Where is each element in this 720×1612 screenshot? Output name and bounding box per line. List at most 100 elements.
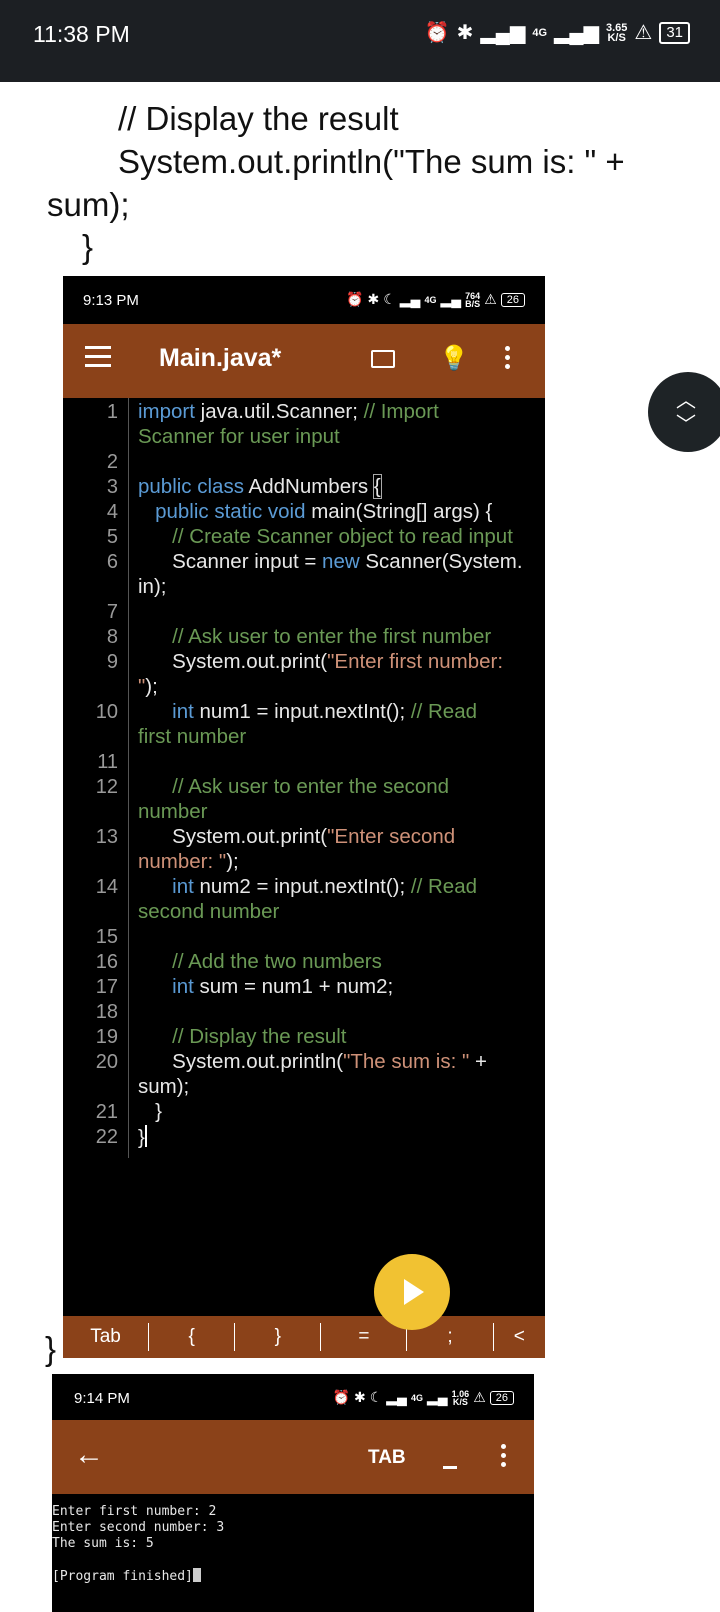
code-token: + <box>469 1050 487 1073</box>
terminal-line: [Program finished] <box>52 1568 534 1585</box>
terminal-status-bar: 9:14 PM ⏰ ✱ ☾ ▂▄ 4G ▂▄ 1.06 K/S ⚠ 26 <box>52 1374 534 1420</box>
warning-icon: ⚠ <box>634 22 653 44</box>
code-token: // Read <box>410 700 478 723</box>
file-title: Main.java* <box>159 344 282 372</box>
code-token: } <box>138 1126 145 1149</box>
line-number: 2 <box>106 451 118 473</box>
code-line: } <box>138 1125 543 1150</box>
moon-icon: ☾ <box>383 291 396 307</box>
more-vert-icon[interactable] <box>501 1444 507 1471</box>
extra-key-tab[interactable]: Tab <box>63 1323 150 1351</box>
code-line: int num2 = input.nextInt(); // Read <box>138 875 543 899</box>
code-token: int <box>138 875 194 898</box>
code-line: first number <box>138 725 247 748</box>
signal-icon: ▂▄▆ <box>554 22 599 44</box>
code-line: "); <box>138 675 543 699</box>
line-number: 19 <box>95 1026 118 1048</box>
speed-unit: K/S <box>607 31 626 44</box>
editor-screenshot: 9:13 PM ⏰ ✱ ☾ ▂▄ 4G ▂▄ 764 B/S ⚠ 26 Main.… <box>63 276 545 1358</box>
code-token: num2 = input.nextInt(); <box>193 875 411 898</box>
code-token: num1 = input.nextInt(); <box>193 700 411 723</box>
editor-app-bar: Main.java* 💡 <box>63 324 545 398</box>
code-line: second number <box>138 900 280 923</box>
extra-key-equals[interactable]: = <box>321 1323 408 1351</box>
terminal-line-text: [Program finished] <box>52 1569 193 1584</box>
extra-key-less-than[interactable]: < <box>494 1323 545 1351</box>
code-token: // Read <box>410 875 478 898</box>
line-number: 5 <box>106 526 118 548</box>
code-line: // Ask user to enter the second <box>138 775 450 798</box>
line-number: 14 <box>95 876 118 898</box>
more-vert-icon[interactable] <box>505 346 511 373</box>
terminal-app-bar: ← TAB <box>52 1420 534 1494</box>
alarm-icon: ⏰ <box>332 1389 350 1405</box>
code-token: int <box>138 700 194 723</box>
code-token: Scanner(System. <box>359 550 523 573</box>
status-icons: ⏰ ✱ ☾ ▂▄ 4G ▂▄ 1.06 K/S ⚠ 26 <box>333 1389 514 1406</box>
code-line: sum); <box>138 1075 190 1098</box>
doc-closing-brace: } <box>45 1330 57 1367</box>
signal-icon: ▂▄ <box>386 1389 407 1405</box>
line-number: 7 <box>106 601 118 623</box>
code-token: sum = num1 + num2; <box>193 975 394 998</box>
bluetooth-icon: ✱ <box>456 22 474 44</box>
code-token: // Import <box>363 400 439 423</box>
code-token: "Enter second <box>327 825 456 848</box>
bluetooth-icon: ✱ <box>353 1389 366 1405</box>
code-token: public class <box>138 475 244 498</box>
menu-icon[interactable] <box>85 346 111 367</box>
terminal-line: Enter first number: 2 <box>52 1504 217 1519</box>
folder-icon[interactable] <box>371 350 395 368</box>
line-number: 11 <box>97 751 118 773</box>
code-line: in); <box>138 575 167 598</box>
gutter-divider <box>128 398 129 1158</box>
extra-key-open-brace[interactable]: { <box>149 1323 236 1351</box>
terminal-cursor <box>192 1568 201 1582</box>
code-editor[interactable]: 1 2 3 4 5 6 7 8 9 10 11 12 13 14 15 16 1… <box>63 398 545 1308</box>
line-number: 6 <box>106 551 118 573</box>
status-time: 9:14 PM <box>74 1390 130 1407</box>
line-number: 1 <box>106 401 118 423</box>
code-line: // Create Scanner object to read input <box>138 525 513 548</box>
battery-indicator: 31 <box>659 21 690 44</box>
signal-icon: ▂▄ <box>426 1389 448 1405</box>
minimize-icon[interactable] <box>443 1466 457 1469</box>
back-arrow-icon[interactable]: ← <box>74 1438 104 1472</box>
line-number: 3 <box>106 476 118 498</box>
signal-icon: ▂▄ <box>440 291 462 307</box>
code-token: { <box>372 474 382 499</box>
line-number: 21 <box>95 1101 118 1123</box>
code-token: import <box>138 400 195 423</box>
terminal-line: The sum is: 5 <box>52 1536 154 1551</box>
lightbulb-icon[interactable]: 💡 <box>439 344 469 373</box>
moon-icon: ☾ <box>369 1389 383 1405</box>
code-token: ); <box>226 850 239 873</box>
signal-icon: ▂▄ <box>399 291 421 307</box>
code-token: new <box>322 550 360 573</box>
doc-line: sum); <box>47 186 130 223</box>
extra-keys-row: Tab { } = ; < <box>63 1316 545 1358</box>
system-status-bar: 11:38 PM ⏰ ✱ ▂▄▆ 4G ▂▄▆ 3.65 K/S ⚠ 31 <box>0 0 720 82</box>
play-icon <box>404 1279 424 1305</box>
network-type: 4G <box>410 1392 423 1403</box>
scroll-handle[interactable]: ︿ ﹀ <box>648 372 720 452</box>
speed-unit: K/S <box>452 1396 468 1407</box>
code-line: } <box>138 1100 162 1123</box>
line-number: 12 <box>95 776 118 798</box>
code-token: ); <box>145 675 158 698</box>
battery-indicator: 26 <box>500 292 525 307</box>
tab-key-button[interactable]: TAB <box>368 1447 406 1469</box>
code-token: AddNumbers <box>243 475 374 498</box>
code-line: int sum = num1 + num2; <box>138 975 543 999</box>
terminal-line: Enter second number: 3 <box>52 1520 225 1535</box>
signal-icon: ▂▄▆ <box>480 22 526 44</box>
alarm-icon: ⏰ <box>346 291 364 307</box>
status-time: 9:13 PM <box>83 292 139 309</box>
run-button[interactable] <box>374 1254 450 1330</box>
doc-line: System.out.println("The sum is: " + <box>118 143 625 180</box>
code-line: // Ask user to enter the first number <box>138 625 492 648</box>
battery-indicator: 26 <box>489 1390 514 1405</box>
extra-key-close-brace[interactable]: } <box>235 1323 322 1351</box>
terminal-output[interactable]: Enter first number: 2 Enter second number… <box>52 1504 534 1585</box>
